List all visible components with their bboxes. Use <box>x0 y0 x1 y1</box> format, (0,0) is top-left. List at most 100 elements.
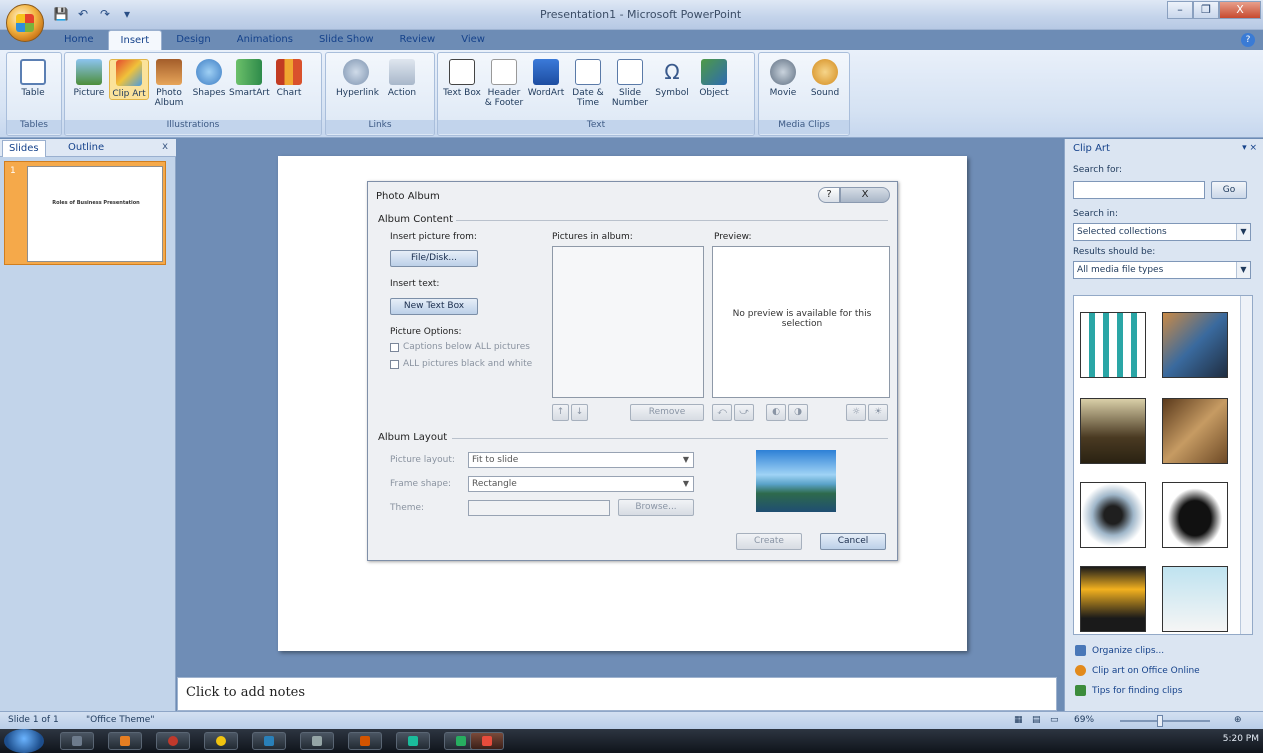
movie-button[interactable]: Movie <box>763 59 803 98</box>
redo-icon[interactable]: ↷ <box>96 6 114 22</box>
taskbar-app[interactable] <box>60 732 94 750</box>
search-in-select[interactable]: Selected collections ▼ <box>1073 223 1251 241</box>
system-clock[interactable]: 5:20 PM <box>1223 734 1259 744</box>
shapes-button[interactable]: Shapes <box>189 59 229 98</box>
tab-outline[interactable]: Outline <box>62 140 110 157</box>
clip-art-button[interactable]: Clip Art <box>109 59 149 100</box>
brightness-down-button[interactable]: ☀ <box>868 404 888 421</box>
office-button[interactable] <box>6 4 44 42</box>
slide-number-button[interactable]: Slide Number <box>610 59 650 108</box>
app-icon <box>120 736 130 746</box>
results-type-select[interactable]: All media file types ▼ <box>1073 261 1251 279</box>
table-button[interactable]: Table <box>13 59 53 98</box>
undo-icon[interactable]: ↶ <box>74 6 92 22</box>
photo-album-button[interactable]: Photo Album <box>149 59 189 108</box>
customize-qat-icon[interactable]: ▾ <box>118 6 136 22</box>
taskbar-app[interactable] <box>204 732 238 750</box>
tab-slide-show[interactable]: Slide Show <box>307 30 386 50</box>
new-text-box-button[interactable]: New Text Box <box>390 298 478 315</box>
slide-sorter-icon[interactable]: ▤ <box>1032 715 1041 725</box>
clip-item[interactable] <box>1162 398 1228 464</box>
taskbar-app[interactable] <box>348 732 382 750</box>
black-white-checkbox[interactable]: ALL pictures black and white <box>390 359 532 369</box>
results-scrollbar[interactable] <box>1240 296 1252 634</box>
contrast-down-button[interactable]: ◑ <box>788 404 808 421</box>
tab-home[interactable]: Home <box>52 30 106 50</box>
remove-button[interactable]: Remove <box>630 404 704 421</box>
slide-thumbnail-selected[interactable]: Roles of Business Presentation <box>4 161 166 265</box>
tips-link[interactable]: Tips for finding clips <box>1075 685 1182 696</box>
pane-controls[interactable]: ▾ × <box>1242 143 1257 153</box>
clip-item[interactable] <box>1080 482 1146 548</box>
smartart-button[interactable]: SmartArt <box>229 59 270 98</box>
clip-item[interactable] <box>1162 566 1228 632</box>
hyperlink-button[interactable]: Hyperlink <box>336 59 379 98</box>
dialog-help-button[interactable]: ? <box>818 187 840 203</box>
tab-review[interactable]: Review <box>388 30 448 50</box>
clip-item[interactable] <box>1162 482 1228 548</box>
taskbar-app[interactable] <box>252 732 286 750</box>
clip-item[interactable] <box>1080 312 1146 378</box>
create-button[interactable]: Create <box>736 533 802 550</box>
slide-canvas[interactable]: Photo Album ? X Album Content Insert pic… <box>278 156 967 651</box>
fit-to-window-icon[interactable]: ⊕ <box>1234 715 1242 725</box>
dialog-close-button[interactable]: X <box>840 187 890 203</box>
start-button[interactable] <box>4 729 44 753</box>
clip-item[interactable] <box>1080 398 1146 464</box>
picture-button[interactable]: Picture <box>69 59 109 98</box>
picture-layout-select[interactable]: Fit to slide ▼ <box>468 452 694 468</box>
sound-button[interactable]: Sound <box>805 59 845 98</box>
move-down-button[interactable]: ↓ <box>571 404 588 421</box>
zoom-slider-thumb[interactable] <box>1157 715 1163 727</box>
chart-button[interactable]: Chart <box>269 59 309 98</box>
help-icon[interactable]: ? <box>1241 33 1255 47</box>
zoom-level[interactable]: 69% <box>1074 715 1094 725</box>
contrast-up-button[interactable]: ◐ <box>766 404 786 421</box>
browse-button[interactable]: Browse... <box>618 499 694 516</box>
tab-slides[interactable]: Slides <box>2 140 46 157</box>
clip-item[interactable] <box>1080 566 1146 632</box>
close-pane-icon[interactable]: x <box>162 141 168 152</box>
tab-animations[interactable]: Animations <box>225 30 305 50</box>
slide-thumbnail[interactable]: Roles of Business Presentation <box>27 166 163 262</box>
header-footer-button[interactable]: Header & Footer <box>484 59 524 108</box>
taskbar-app[interactable] <box>156 732 190 750</box>
theme-field[interactable] <box>468 500 610 516</box>
text-box-button[interactable]: Text Box <box>442 59 482 98</box>
search-input[interactable] <box>1073 181 1205 199</box>
go-button[interactable]: Go <box>1211 181 1247 199</box>
taskbar-app[interactable] <box>108 732 142 750</box>
cancel-button[interactable]: Cancel <box>820 533 886 550</box>
frame-shape-select[interactable]: Rectangle ▼ <box>468 476 694 492</box>
date-time-button[interactable]: Date & Time <box>568 59 608 108</box>
pictures-list[interactable] <box>552 246 704 398</box>
normal-view-icon[interactable]: ▦ <box>1014 715 1023 725</box>
close-button[interactable]: X <box>1219 1 1261 19</box>
notes-pane[interactable]: Click to add notes <box>177 677 1057 711</box>
rotate-left-button[interactable]: ⤺ <box>712 404 732 421</box>
slide-show-icon[interactable]: ▭ <box>1050 715 1059 725</box>
tab-design[interactable]: Design <box>164 30 223 50</box>
organize-clips-link[interactable]: Organize clips... <box>1075 645 1164 656</box>
zoom-slider[interactable] <box>1120 720 1210 722</box>
taskbar-app[interactable] <box>396 732 430 750</box>
save-icon[interactable]: 💾 <box>52 6 70 22</box>
tab-insert[interactable]: Insert <box>107 30 163 50</box>
clip-item[interactable] <box>1162 312 1228 378</box>
object-button[interactable]: Object <box>694 59 734 98</box>
maximize-button[interactable]: ❐ <box>1193 1 1219 19</box>
file-disk-button[interactable]: File/Disk... <box>390 250 478 267</box>
action-button[interactable]: Action <box>382 59 422 98</box>
minimize-button[interactable]: – <box>1167 1 1193 19</box>
captions-checkbox[interactable]: Captions below ALL pictures <box>390 342 530 352</box>
taskbar-app[interactable] <box>300 732 334 750</box>
tab-view[interactable]: View <box>449 30 497 50</box>
rotate-right-button[interactable]: ⤻ <box>734 404 754 421</box>
brightness-up-button[interactable]: ☼ <box>846 404 866 421</box>
taskbar-app-powerpoint[interactable] <box>470 732 504 750</box>
move-up-button[interactable]: ↑ <box>552 404 569 421</box>
photo-album-icon <box>156 59 182 85</box>
clip-art-online-link[interactable]: Clip art on Office Online <box>1075 665 1200 676</box>
symbol-button[interactable]: Ω Symbol <box>652 59 692 98</box>
wordart-button[interactable]: WordArt <box>526 59 566 98</box>
